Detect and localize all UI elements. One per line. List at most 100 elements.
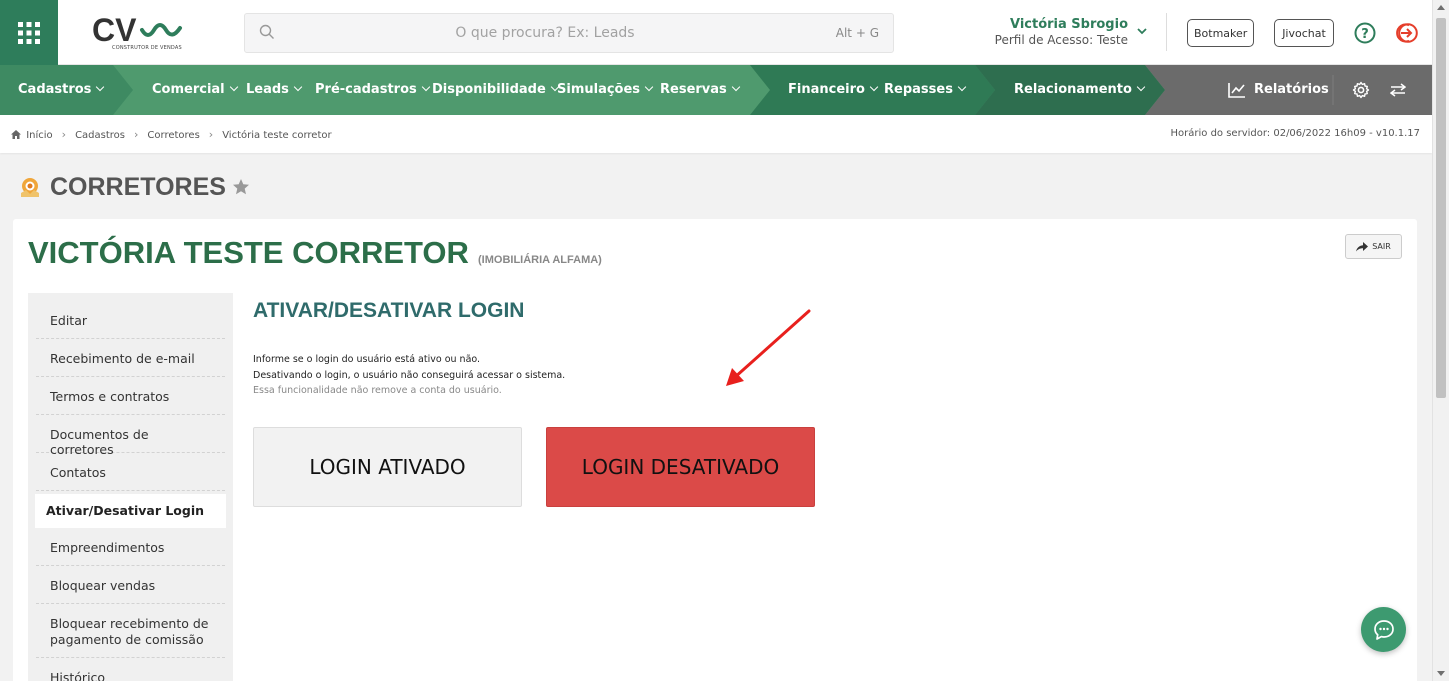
chevron-down-icon xyxy=(869,82,879,92)
global-search[interactable]: Alt + G xyxy=(244,13,894,53)
nav-leads-label: Leads xyxy=(246,82,289,97)
page-header: CORRETORES xyxy=(18,172,250,202)
exit-label: SAIR xyxy=(1372,242,1391,251)
search-shortcut-hint: Alt + G xyxy=(835,26,879,40)
breadcrumb-separator: › xyxy=(134,128,139,141)
chevron-down-icon xyxy=(421,82,430,92)
nav-disponibilidade[interactable]: Disponibilidade xyxy=(432,65,560,115)
user-name: Victória Sbrogio xyxy=(1009,17,1128,32)
broker-badge-icon xyxy=(21,178,39,197)
nav-financeiro[interactable]: Financeiro xyxy=(788,65,879,115)
nav-reservas[interactable]: Reservas xyxy=(660,65,741,115)
side-item-ativar-desativar-login[interactable]: Ativar/Desativar Login xyxy=(35,494,226,528)
nav-simulacoes-label: Simulações xyxy=(557,82,641,97)
server-time: Horário do servidor: 02/06/2022 16h09 - … xyxy=(1170,128,1420,139)
scroll-down-arrow[interactable] xyxy=(1437,671,1445,676)
logo-subtitle: CONSTRUTOR DE VENDAS xyxy=(112,45,182,51)
breadcrumb-cadastros[interactable]: Cadastros xyxy=(75,130,125,141)
page-scrollbar[interactable] xyxy=(1432,0,1449,681)
nav-financeiro-label: Financeiro xyxy=(788,82,865,97)
botmaker-button[interactable]: Botmaker xyxy=(1187,19,1254,47)
chat-button[interactable] xyxy=(1361,607,1406,652)
nav-relacionamento[interactable]: Relacionamento xyxy=(1014,65,1146,115)
annotation-arrow-icon xyxy=(726,309,811,386)
chevron-down-icon[interactable] xyxy=(1136,25,1148,37)
gear-icon[interactable] xyxy=(1352,81,1370,99)
breadcrumb: Início › Cadastros › Corretores › Victória tes… xyxy=(11,128,332,141)
nav-relacionamento-label: Relacionamento xyxy=(1014,82,1132,97)
login-info-text: Informe se o login do usuário está ativo… xyxy=(253,352,565,399)
side-item-historico[interactable]: Histórico xyxy=(36,658,225,681)
scroll-thumb[interactable] xyxy=(1436,18,1446,398)
side-item-bloquear-comissao[interactable]: Bloquear recebimento de pagamento de com… xyxy=(36,604,225,658)
jivochat-button[interactable]: Jivochat xyxy=(1274,19,1334,47)
breadcrumb-separator: › xyxy=(61,128,67,141)
nav-pre-cadastros[interactable]: Pré-cadastros xyxy=(315,65,430,115)
entity-name: VICTÓRIA TESTE CORRETOR xyxy=(28,235,469,270)
nav-comercial-label: Comercial xyxy=(152,82,225,97)
info-line: Desativando o login, o usuário não conse… xyxy=(253,369,566,381)
info-line-muted: Essa funcionalidade não remove a conta d… xyxy=(253,385,502,396)
chevron-down-icon xyxy=(957,82,967,92)
side-item-editar[interactable]: Editar xyxy=(36,293,225,339)
chevron-down-icon xyxy=(96,82,105,92)
scroll-up-arrow[interactable] xyxy=(1437,5,1445,10)
side-item-recebimento-email[interactable]: Recebimento de e-mail xyxy=(36,339,225,377)
nav-repasses[interactable]: Repasses xyxy=(884,65,967,115)
nav-relatorios-label: Relatórios xyxy=(1254,82,1329,97)
header-divider xyxy=(1166,13,1167,51)
nav-relatorios[interactable]: Relatórios xyxy=(1228,65,1329,115)
side-item-termos-contratos[interactable]: Termos e contratos xyxy=(36,377,225,415)
side-item-bloquear-vendas[interactable]: Bloquear vendas xyxy=(36,566,225,604)
grid-icon xyxy=(18,21,40,44)
nav-cadastros[interactable]: Cadastros xyxy=(18,65,105,115)
side-item-contatos[interactable]: Contatos xyxy=(36,453,225,491)
logout-icon[interactable] xyxy=(1396,22,1418,44)
main-card: VICTÓRIA TESTE CORRETOR (IMOBILIÁRIA ALF… xyxy=(13,219,1417,681)
login-enabled-button[interactable]: LOGIN ATIVADO xyxy=(253,427,522,507)
side-item-documentos-corretores[interactable]: Documentos de corretores xyxy=(36,415,225,457)
chevron-down-icon xyxy=(644,82,654,92)
search-icon xyxy=(259,24,274,39)
help-icon[interactable]: ? xyxy=(1354,22,1376,44)
nav-cadastros-label: Cadastros xyxy=(18,82,92,97)
nav-leads[interactable]: Leads xyxy=(246,65,303,115)
search-input[interactable] xyxy=(285,14,805,52)
svg-text:CV: CV xyxy=(92,12,137,48)
section-title: ATIVAR/DESATIVAR LOGIN xyxy=(253,299,525,322)
nav-repasses-label: Repasses xyxy=(884,82,953,97)
exit-button[interactable]: SAIR xyxy=(1345,234,1402,259)
nav-simulacoes[interactable]: Simulações xyxy=(557,65,654,115)
nav-disponibilidade-label: Disponibilidade xyxy=(432,82,546,97)
chat-bubble-icon xyxy=(1373,619,1394,640)
login-disabled-button[interactable]: LOGIN DESATIVADO xyxy=(546,427,815,507)
breadcrumb-corretores[interactable]: Corretores xyxy=(147,130,199,141)
user-profile: Perfil de Acesso: Teste xyxy=(994,33,1128,47)
svg-text:?: ? xyxy=(1361,27,1369,42)
user-menu[interactable]: Victória Sbrogio Perfil de Acesso: Teste xyxy=(995,17,1128,47)
chevron-down-icon xyxy=(229,82,238,92)
main-navigation: Cadastros Comercial Leads Pré-cadastros … xyxy=(0,65,1432,115)
nav-pre-cadastros-label: Pré-cadastros xyxy=(315,82,417,97)
side-menu: Editar Recebimento de e-mail Termos e co… xyxy=(28,293,233,681)
entity-heading: VICTÓRIA TESTE CORRETOR (IMOBILIÁRIA ALF… xyxy=(28,235,602,271)
chart-line-icon xyxy=(1228,83,1245,98)
breadcrumb-separator: › xyxy=(208,128,214,141)
entity-organization: (IMOBILIÁRIA ALFAMA) xyxy=(478,254,602,266)
breadcrumb-current: Victória teste corretor xyxy=(222,130,332,141)
apps-grid-button[interactable] xyxy=(0,0,58,65)
info-line: Informe se o login do usuário está ativo… xyxy=(253,354,481,365)
home-icon xyxy=(11,130,21,139)
nav-reservas-label: Reservas xyxy=(660,82,727,97)
side-item-empreendimentos[interactable]: Empreendimentos xyxy=(36,528,225,566)
page-title: CORRETORES xyxy=(50,172,226,201)
breadcrumb-home[interactable]: Início xyxy=(26,130,52,141)
swap-arrows-icon[interactable] xyxy=(1390,83,1406,97)
share-arrow-icon xyxy=(1356,241,1369,251)
top-header: CV CONSTRUTOR DE VENDAS Alt + G Victória… xyxy=(0,0,1432,65)
chevron-down-icon xyxy=(1136,82,1146,92)
star-icon[interactable] xyxy=(232,178,250,196)
breadcrumb-bar: Início › Cadastros › Corretores › Victória tes… xyxy=(0,115,1432,153)
chevron-down-icon xyxy=(293,82,303,92)
nav-comercial[interactable]: Comercial xyxy=(152,65,238,115)
